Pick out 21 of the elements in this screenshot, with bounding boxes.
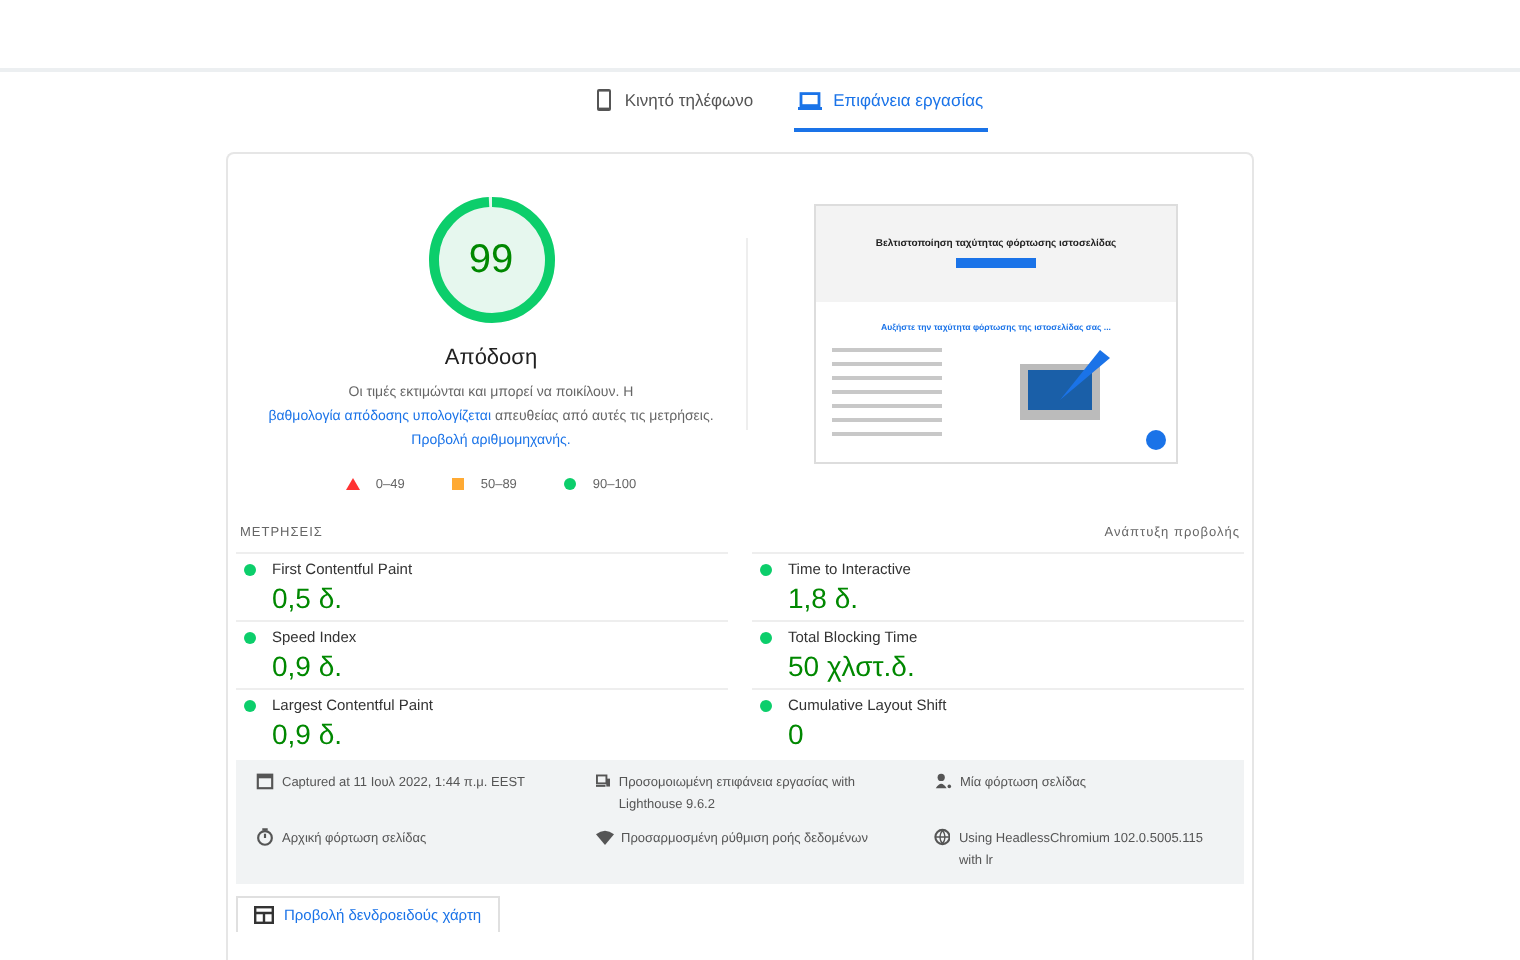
metric-value: 0 bbox=[788, 718, 806, 750]
metric-value: 50 χλστ.δ. bbox=[788, 650, 917, 682]
timer-icon bbox=[256, 828, 274, 846]
calendar-icon bbox=[256, 772, 274, 790]
score-value: 99 bbox=[468, 239, 514, 279]
devices-icon bbox=[595, 772, 611, 790]
metric-value: 0,9 δ. bbox=[272, 650, 345, 682]
device-tab[interactable]: Επιφάνεια εργασίας bbox=[793, 80, 988, 132]
score-title: Απόδοση bbox=[444, 345, 538, 369]
table-icon bbox=[254, 906, 274, 924]
laptop-icon bbox=[797, 91, 822, 109]
metric-value: 0,5 δ. bbox=[272, 582, 345, 614]
screenshot-button-drawing bbox=[956, 258, 1036, 268]
device-tab[interactable]: Κινητό τηλέφωνο bbox=[592, 80, 758, 132]
phone-icon bbox=[596, 88, 613, 112]
metric-value: 1,8 δ. bbox=[788, 582, 861, 614]
globe-icon bbox=[934, 828, 951, 846]
person-icon bbox=[934, 772, 952, 790]
wifi-icon bbox=[595, 828, 613, 846]
metric-value: 0,9 δ. bbox=[272, 718, 345, 750]
score-gauge bbox=[425, 193, 557, 325]
